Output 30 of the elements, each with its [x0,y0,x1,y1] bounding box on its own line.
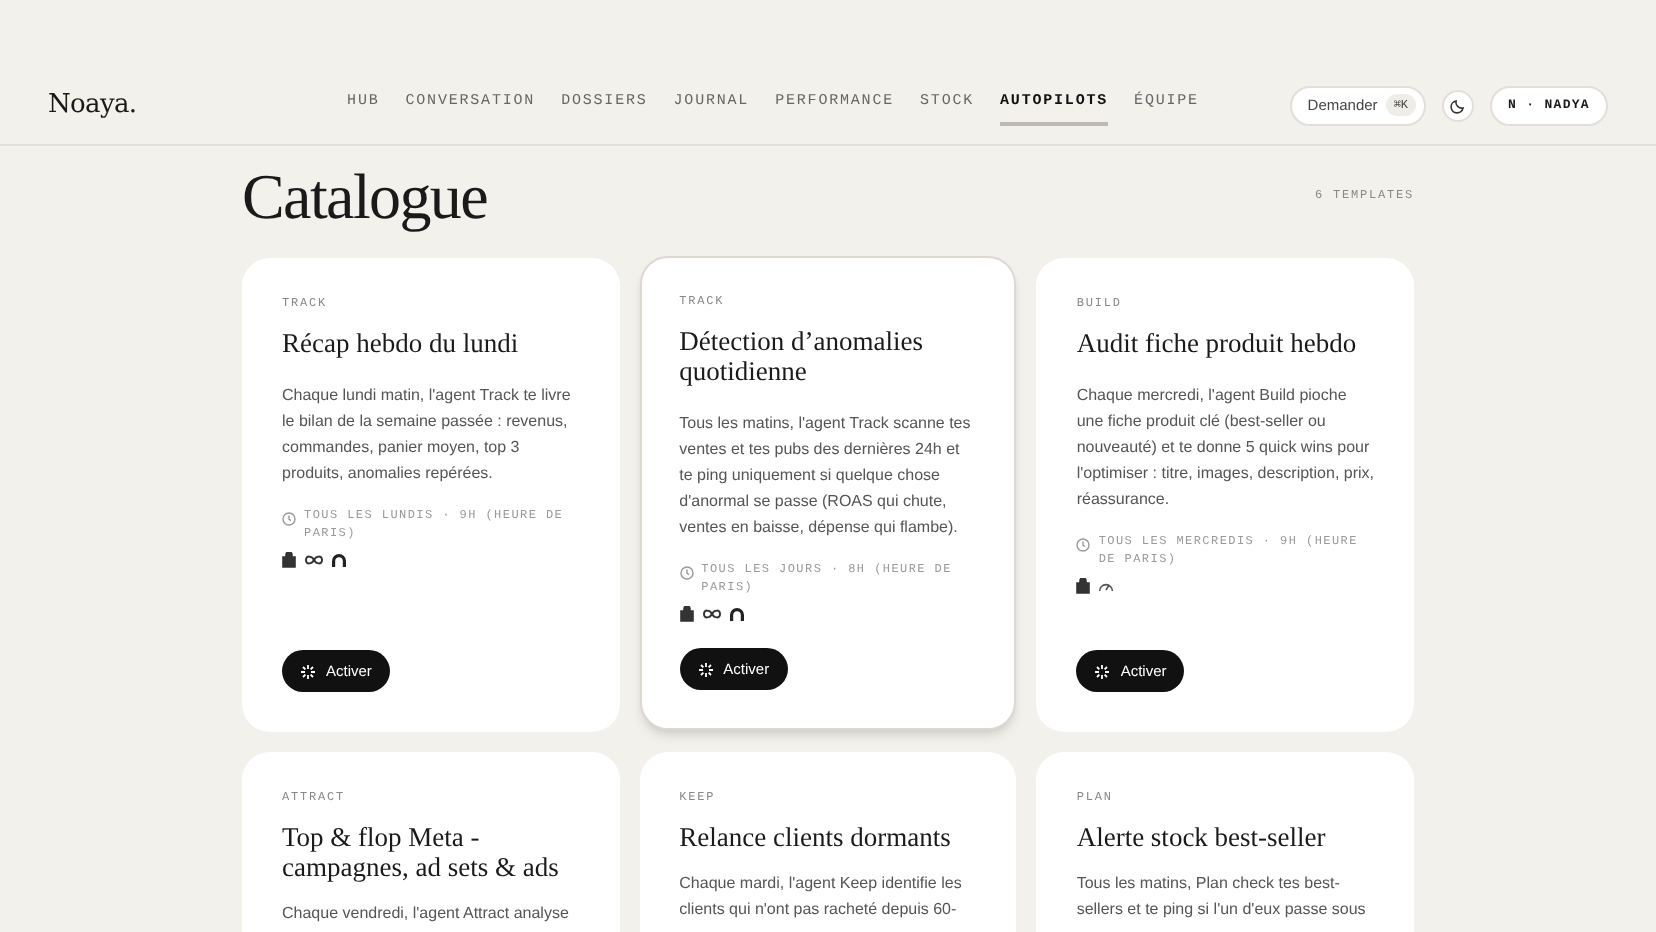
infinity-icon [304,554,324,566]
card-title: Détection d’anomalies quotidienne [679,326,925,386]
sparkle-icon [697,661,714,677]
arch-icon [332,553,346,567]
card-description: Chaque lundi matin, l'agent Track te livre le bilan de la semaine passée : revenus, commandes, panier moyen, top 3 produits, anomalies repérées. [282,384,573,486]
card-title: Relance clients dormants [679,822,953,852]
bag-icon [1076,578,1091,594]
arch-icon [729,607,744,621]
moon-icon [1450,97,1467,113]
bag-icon [282,552,296,568]
sparkle-icon [1094,663,1111,679]
infinity-icon [701,608,722,620]
card-description: Tous les matins, l'agent Track scanne tes ventes et tes pubs des dernières 24h et te ping uniquement si quelque chose d'anormal se passe (ROAS qui chute, ventes en baisse, dépense qui flambe). [679,412,973,540]
card-description: Tous les matins, Plan check tes best-sellers et te ping si l'un d'eux passe sous [1076,872,1368,922]
clock-icon [282,512,296,526]
card-title: Alerte stock best-seller [1076,822,1328,852]
card-description: Chaque vendredi, l'agent Attract analyse [282,902,571,926]
card-description: Chaque mardi, l'agent Keep identifie les clients qui n'ont pas racheté depuis 60- [679,872,964,922]
theme-toggle-button[interactable] [1442,89,1475,121]
clock-icon [1076,538,1091,552]
card-description: Chaque mercredi, l'agent Build pioche une fiche produit clé (best-seller ou nouveauté) et te donne 5 quick wins pour l'optimiser : titre, images, description, prix, réassurance. [1076,384,1374,512]
gauge-icon [1098,580,1115,592]
sparkle-icon [300,663,316,679]
card-title: Top & flop Meta - campagnes, ad sets & ads [282,822,561,882]
card-title: Audit fiche produit hebdo [1076,328,1359,358]
logo[interactable]: Noaya. [48,85,288,125]
bag-icon [679,606,694,622]
card-title: Récap hebdo du lundi [282,328,521,358]
page-title: Catalogue [242,164,488,228]
clock-icon [679,566,694,580]
